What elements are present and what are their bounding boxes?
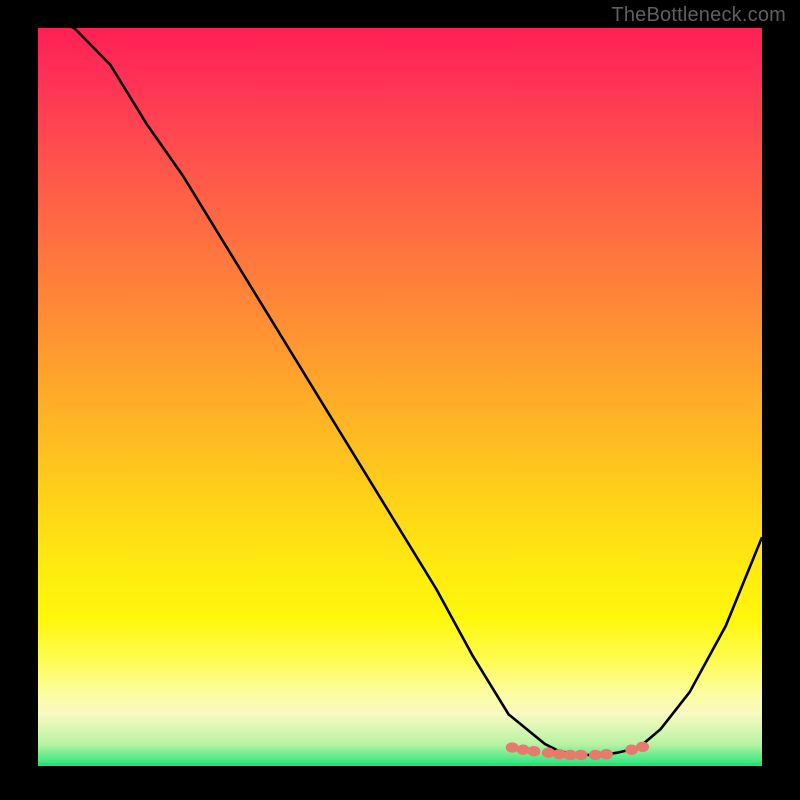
gradient-background	[38, 28, 762, 766]
baseline-strip	[38, 763, 762, 766]
plot-area	[38, 28, 762, 766]
attribution-text: TheBottleneck.com	[611, 4, 786, 27]
chart-stage: TheBottleneck.com	[0, 0, 800, 800]
